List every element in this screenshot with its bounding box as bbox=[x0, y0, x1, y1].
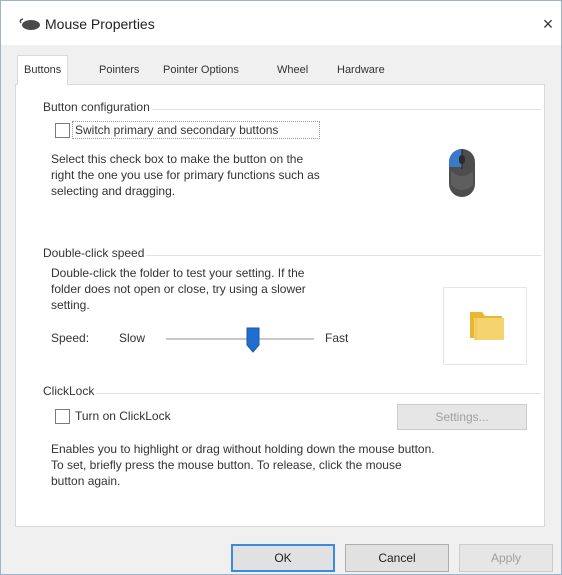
button-config-description-line: Select this check box to make the button… bbox=[51, 152, 304, 166]
tab-buttons[interactable]: Buttons bbox=[17, 55, 69, 85]
fast-label: Fast bbox=[325, 331, 349, 345]
tab-pointers[interactable]: Pointers bbox=[93, 59, 145, 85]
double-click-description-line: setting. bbox=[51, 298, 90, 312]
mouse-properties-window: Mouse Properties × Buttons Pointers Poin… bbox=[0, 0, 562, 575]
clicklock-checkbox[interactable] bbox=[55, 409, 70, 424]
mouse-icon bbox=[19, 18, 40, 30]
switch-buttons-label[interactable]: Switch primary and secondary buttons bbox=[75, 123, 278, 137]
folder-icon bbox=[470, 312, 504, 340]
double-click-speed-slider-thumb[interactable] bbox=[246, 327, 260, 353]
clicklock-description-line: Enables you to highlight or drag without… bbox=[51, 442, 435, 456]
tab-strip: Buttons Pointers Pointer Options Wheel H… bbox=[15, 55, 555, 85]
double-click-description-line: folder does not open or close, try using… bbox=[51, 282, 306, 296]
speed-label: Speed: bbox=[51, 331, 90, 345]
tab-hardware[interactable]: Hardware bbox=[331, 59, 391, 85]
test-folder[interactable] bbox=[443, 287, 527, 365]
button-config-description-line: right the one you use for primary functi… bbox=[51, 168, 320, 182]
clicklock-label: ClickLock bbox=[41, 384, 97, 398]
window-title: Mouse Properties bbox=[45, 16, 155, 32]
switch-buttons-checkbox[interactable] bbox=[55, 123, 70, 138]
tab-wheel[interactable]: Wheel bbox=[271, 59, 314, 85]
group-divider bbox=[41, 393, 541, 394]
cancel-button[interactable]: Cancel bbox=[345, 544, 449, 572]
button-configuration-label: Button configuration bbox=[41, 100, 152, 114]
title-bar: Mouse Properties × bbox=[1, 1, 561, 45]
close-button[interactable]: × bbox=[537, 11, 559, 37]
apply-button[interactable]: Apply bbox=[459, 544, 553, 572]
tab-pointer-options[interactable]: Pointer Options bbox=[157, 59, 245, 85]
double-click-speed-slider-track[interactable] bbox=[166, 338, 314, 340]
ok-button[interactable]: OK bbox=[231, 544, 335, 572]
double-click-description-line: Double-click the folder to test your set… bbox=[51, 266, 305, 280]
clicklock-description-line: To set, briefly press the mouse button. … bbox=[51, 458, 402, 472]
button-config-description-line: selecting and dragging. bbox=[51, 184, 176, 198]
clicklock-checkbox-label[interactable]: Turn on ClickLock bbox=[75, 409, 171, 423]
mouse-illustration-icon bbox=[449, 149, 475, 197]
clicklock-settings-button[interactable]: Settings... bbox=[397, 404, 527, 430]
clicklock-description-line: button again. bbox=[51, 474, 121, 488]
double-click-speed-label: Double-click speed bbox=[41, 246, 147, 260]
slow-label: Slow bbox=[119, 331, 146, 345]
